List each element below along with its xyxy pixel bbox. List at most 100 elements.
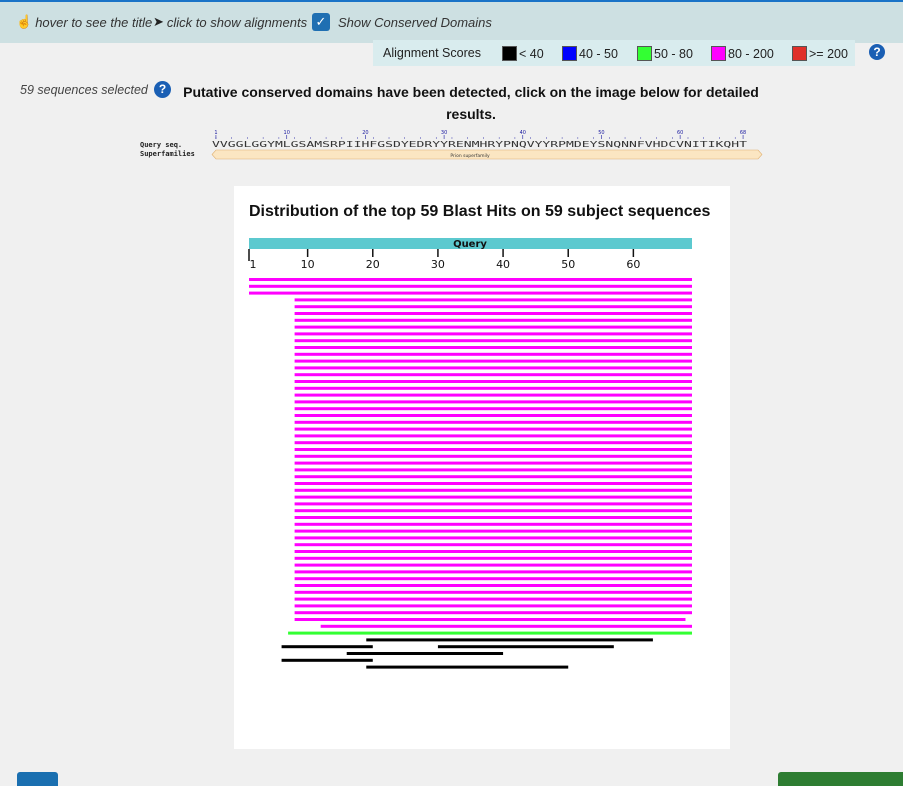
- hit-bar[interactable]: [294, 577, 692, 581]
- graphic-toolbar: ☝ hover to see the title ➤ click to show…: [0, 2, 903, 43]
- hit-bar[interactable]: [294, 590, 692, 594]
- show-cdd-toggle[interactable]: ✓ Show Conserved Domains: [312, 13, 492, 31]
- hit-bar[interactable]: [281, 645, 373, 649]
- hit-bar[interactable]: [294, 434, 692, 438]
- hit-bars[interactable]: [249, 278, 692, 669]
- hit-bar[interactable]: [294, 584, 692, 587]
- legend-swatch: [637, 46, 652, 61]
- blast-hits-panel: Distribution of the top 59 Blast Hits on…: [234, 186, 730, 749]
- legend-item: 40 - 50: [562, 46, 618, 61]
- hit-bar[interactable]: [294, 393, 692, 397]
- hit-bar[interactable]: [294, 536, 692, 540]
- click-hint: ➤ click to show alignments: [153, 14, 307, 30]
- blast-hits-graphic[interactable]: Query 1 10 20 30 40 50 60: [234, 186, 730, 749]
- hit-bar[interactable]: [294, 550, 692, 553]
- hit-bar[interactable]: [294, 318, 692, 322]
- hit-bar[interactable]: [294, 441, 692, 445]
- hit-bar[interactable]: [294, 468, 692, 472]
- legend-swatch: [562, 46, 577, 61]
- hit-bar[interactable]: [294, 420, 692, 424]
- hit-bar[interactable]: [294, 386, 692, 390]
- hit-bar[interactable]: [294, 611, 692, 615]
- hover-hint: ☝ hover to see the title: [16, 14, 152, 30]
- hit-bar[interactable]: [294, 509, 692, 513]
- hit-bar[interactable]: [294, 352, 692, 356]
- hit-bar[interactable]: [294, 373, 692, 377]
- axis-tick-label: 30: [431, 258, 445, 271]
- hit-bar[interactable]: [294, 488, 692, 492]
- hit-bar[interactable]: [294, 604, 692, 608]
- hit-bar[interactable]: [294, 332, 692, 336]
- hit-bar[interactable]: [346, 652, 504, 655]
- hit-bar[interactable]: [294, 305, 692, 309]
- axis-tick-label: 10: [301, 258, 315, 271]
- alignment-score-legend: Alignment Scores < 40 40 - 50 50 - 80 80…: [373, 40, 855, 66]
- hit-bar[interactable]: [294, 516, 692, 519]
- domain-label: Prion superfamily: [450, 153, 490, 159]
- legend-label: >= 200: [809, 46, 848, 61]
- hit-bar[interactable]: [294, 618, 686, 621]
- conserved-domains-image[interactable]: Query seq. Superfamilies 1 10 20 30 40 50 60 68…: [140, 124, 770, 164]
- hit-bar[interactable]: [437, 645, 614, 649]
- hit-bar[interactable]: [294, 563, 692, 567]
- hit-bar[interactable]: [320, 624, 692, 628]
- hit-bar[interactable]: [294, 522, 692, 526]
- hand-pointer-icon: ☝: [16, 14, 33, 29]
- superfamilies-label: Superfamilies: [140, 150, 195, 158]
- hit-bar[interactable]: [294, 298, 692, 302]
- query-sequence: VVGGLGGYMLGSAMSRPIIHFGSDYEDRYYRENMHRYPNQ…: [212, 140, 748, 149]
- hit-bar[interactable]: [294, 597, 692, 601]
- hit-bar[interactable]: [294, 529, 692, 533]
- hit-bar[interactable]: [294, 556, 692, 560]
- cursor-arrow-icon: ➤: [153, 14, 164, 29]
- sequences-selected-count: 59 sequences selected: [20, 83, 148, 97]
- cdd-ruler: 1 10 20 30 40 50 60 68: [214, 130, 746, 139]
- hit-bar[interactable]: [294, 461, 692, 465]
- hit-bar[interactable]: [294, 380, 692, 383]
- checkbox-checked-icon[interactable]: ✓: [312, 13, 330, 31]
- legend-swatch: [792, 46, 807, 61]
- axis-tick-label: 50: [561, 258, 575, 271]
- hit-bar[interactable]: [249, 284, 692, 288]
- hit-bar[interactable]: [294, 400, 692, 404]
- legend-title: Alignment Scores: [383, 46, 481, 60]
- hover-hint-text: hover to see the title: [35, 14, 153, 30]
- axis-tick-label: 60: [626, 258, 640, 271]
- hit-bar[interactable]: [294, 482, 692, 485]
- hit-bar[interactable]: [249, 278, 692, 281]
- hit-bar[interactable]: [294, 502, 692, 506]
- hit-bar[interactable]: [281, 658, 373, 662]
- hit-bar[interactable]: [249, 291, 692, 295]
- hit-bar[interactable]: [294, 312, 692, 315]
- hit-bar[interactable]: [294, 427, 692, 431]
- show-cdd-label[interactable]: Show Conserved Domains: [338, 15, 492, 30]
- query-bar-label: Query: [453, 239, 487, 250]
- legend-label: 50 - 80: [654, 46, 693, 61]
- hit-bar[interactable]: [294, 359, 692, 363]
- hit-bar[interactable]: [294, 346, 692, 349]
- hit-bar[interactable]: [366, 665, 569, 669]
- legend-help-icon[interactable]: ?: [869, 44, 885, 60]
- hit-bar[interactable]: [294, 414, 692, 417]
- hit-bar[interactable]: [294, 543, 692, 547]
- hit-bar[interactable]: [294, 366, 692, 370]
- legend-item: < 40: [502, 46, 544, 61]
- legend-label: 80 - 200: [728, 46, 774, 61]
- axis-tick-label: 40: [496, 258, 510, 271]
- hit-bar[interactable]: [294, 339, 692, 343]
- legend-item: 50 - 80: [637, 46, 693, 61]
- hit-bar[interactable]: [366, 638, 653, 642]
- cdd-help-icon[interactable]: ?: [154, 81, 171, 98]
- hit-bar[interactable]: [294, 407, 692, 411]
- hit-bar[interactable]: [294, 454, 692, 458]
- click-hint-text: click to show alignments: [166, 14, 308, 30]
- cdd-detected-message: Putative conserved domains have been det…: [183, 84, 759, 122]
- hit-bar[interactable]: [294, 475, 692, 479]
- axis-tick-label: 1: [250, 258, 257, 271]
- hit-bar[interactable]: [294, 325, 692, 329]
- hit-bar[interactable]: [288, 631, 692, 635]
- hit-bar[interactable]: [294, 570, 692, 574]
- hit-bar[interactable]: [294, 448, 692, 451]
- hit-bar[interactable]: [294, 495, 692, 499]
- legend-item: 80 - 200: [711, 46, 774, 61]
